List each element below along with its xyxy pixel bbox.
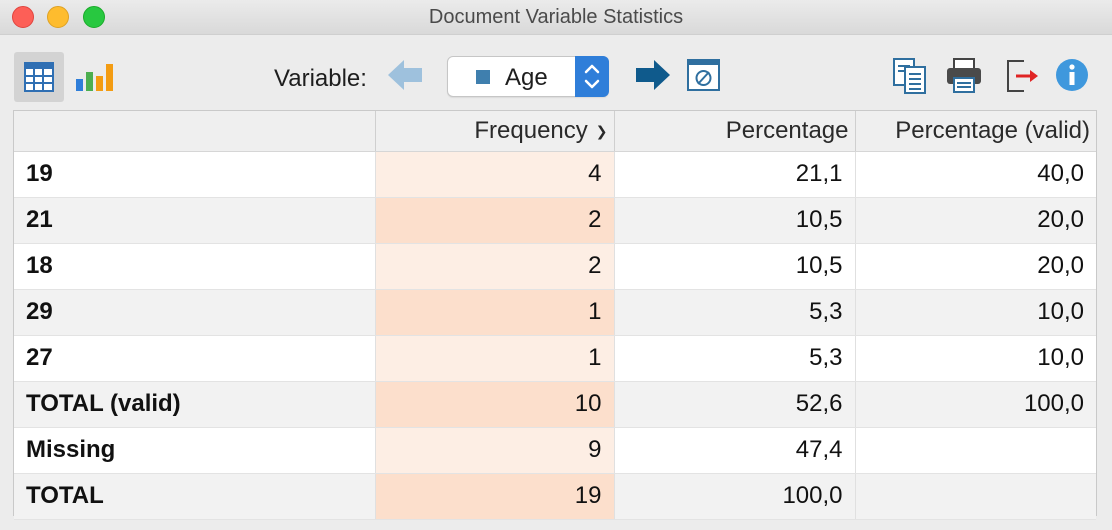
frequency-cell: 2 xyxy=(375,243,615,290)
row-label: TOTAL (valid) xyxy=(14,381,376,428)
next-variable-button[interactable] xyxy=(630,57,672,93)
filter-icon xyxy=(687,59,720,91)
percentage-cell: 10,5 xyxy=(614,197,856,244)
percentage-cell: 21,1 xyxy=(614,151,856,198)
percentage-valid-cell: 40,0 xyxy=(855,151,1096,198)
header-frequency-label: Frequency xyxy=(474,116,588,144)
table-row[interactable]: 21 2 10,5 20,0 xyxy=(14,197,1096,244)
info-icon xyxy=(1056,59,1088,91)
table-row[interactable]: Missing 9 47,4 xyxy=(14,427,1096,474)
printer-icon xyxy=(947,58,981,93)
table-row[interactable]: TOTAL 19 100,0 xyxy=(14,473,1096,520)
frequency-cell: 10 xyxy=(375,381,615,428)
header-percentage-valid[interactable]: Percentage (valid) xyxy=(855,111,1096,152)
chart-view-button[interactable] xyxy=(70,52,120,102)
info-button[interactable] xyxy=(1054,57,1090,93)
arrow-right-icon xyxy=(636,60,670,90)
header-percentage[interactable]: Percentage xyxy=(614,111,856,152)
copy-icon xyxy=(893,58,926,94)
toolbar: Variable: Age xyxy=(0,35,1112,110)
row-label: 21 xyxy=(14,197,376,244)
percentage-cell: 100,0 xyxy=(614,473,856,520)
header-category[interactable] xyxy=(14,111,376,152)
row-label: 29 xyxy=(14,289,376,336)
percentage-cell: 47,4 xyxy=(614,427,856,474)
chevron-down-icon: ❯ xyxy=(595,122,608,139)
title-bar: Document Variable Statistics xyxy=(0,0,1112,35)
table-row[interactable]: 27 1 5,3 10,0 xyxy=(14,335,1096,382)
row-label: Missing xyxy=(14,427,376,474)
table-row[interactable]: 29 1 5,3 10,0 xyxy=(14,289,1096,336)
frequency-cell: 4 xyxy=(375,151,615,198)
table-view-button[interactable] xyxy=(14,52,64,102)
variable-select-stepper[interactable] xyxy=(575,56,609,97)
percentage-valid-cell: 10,0 xyxy=(855,335,1096,382)
statistics-table-container: Frequency ❯ Percentage Percentage (valid)… xyxy=(13,110,1097,520)
window-title: Document Variable Statistics xyxy=(428,6,684,28)
table-header-row: Frequency ❯ Percentage Percentage (valid) xyxy=(14,111,1096,152)
table-row[interactable]: 18 2 10,5 20,0 xyxy=(14,243,1096,290)
row-label: 18 xyxy=(14,243,376,290)
percentage-valid-cell: 20,0 xyxy=(855,243,1096,290)
frequency-cell: 9 xyxy=(375,427,615,474)
row-label: 19 xyxy=(14,151,376,198)
copy-button[interactable] xyxy=(891,57,929,95)
variable-label: Variable: xyxy=(274,65,367,92)
percentage-cell: 5,3 xyxy=(614,289,856,336)
filter-button[interactable] xyxy=(686,57,722,93)
percentage-cell: 5,3 xyxy=(614,335,856,382)
chevron-updown-icon xyxy=(584,64,600,89)
table-row[interactable]: 19 4 21,1 40,0 xyxy=(14,151,1096,198)
percentage-valid-cell xyxy=(855,427,1096,474)
arrow-left-icon xyxy=(388,60,422,90)
frequency-cell: 2 xyxy=(375,197,615,244)
variable-select-value: Age xyxy=(505,64,548,91)
export-button[interactable] xyxy=(1004,57,1040,95)
row-label: 27 xyxy=(14,335,376,382)
percentage-cell: 10,5 xyxy=(614,243,856,290)
percentage-cell: 52,6 xyxy=(614,381,856,428)
percentage-valid-cell xyxy=(855,473,1096,520)
frequency-cell: 1 xyxy=(375,335,615,382)
variable-select[interactable]: Age xyxy=(447,56,609,97)
table-row[interactable]: TOTAL (valid) 10 52,6 100,0 xyxy=(14,381,1096,428)
percentage-valid-cell: 100,0 xyxy=(855,381,1096,428)
percentage-valid-cell: 20,0 xyxy=(855,197,1096,244)
row-label: TOTAL xyxy=(14,473,376,520)
export-icon xyxy=(1007,60,1038,92)
frequency-cell: 1 xyxy=(375,289,615,336)
percentage-valid-cell: 10,0 xyxy=(855,289,1096,336)
previous-variable-button[interactable] xyxy=(386,57,428,93)
statistics-table: Frequency ❯ Percentage Percentage (valid)… xyxy=(14,111,1096,520)
print-button[interactable] xyxy=(944,57,984,95)
bar-chart-icon xyxy=(76,64,113,91)
table-icon xyxy=(24,62,54,92)
statistics-window: Document Variable Statistics Variable: A… xyxy=(0,0,1112,530)
variable-color-swatch xyxy=(476,70,490,84)
header-frequency[interactable]: Frequency ❯ xyxy=(375,111,615,152)
frequency-cell: 19 xyxy=(375,473,615,520)
